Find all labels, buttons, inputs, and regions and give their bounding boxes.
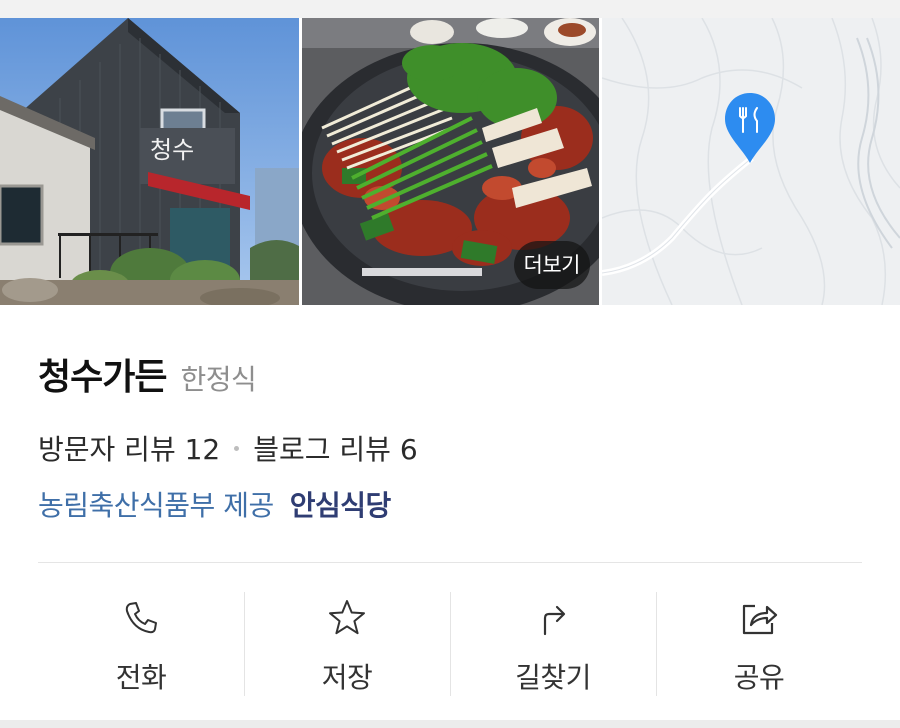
action-bar: 전화 저장 길찾기 공유 [38,592,862,696]
place-card: 청수 더보기 청수가든 한정식 방문자 리뷰 12 블로그 리뷰 6 농림축산식… [0,18,900,720]
divider [38,562,862,563]
share-label: 공유 [733,661,785,694]
call-label: 전화 [115,661,167,694]
certification-provider[interactable]: 농림축산식품부 제공 [38,484,274,524]
call-button[interactable]: 전화 [38,592,244,696]
place-name: 청수가든 [38,357,167,398]
directions-button[interactable]: 길찾기 [450,592,656,696]
building-photo[interactable]: 청수 [0,18,299,305]
share-button[interactable]: 공유 [656,592,862,696]
share-icon [742,604,778,635]
certification-row: 농림축산식품부 제공 안심식당 [38,484,391,524]
location-map[interactable] [602,18,900,305]
top-strip [0,0,900,18]
food-photo[interactable]: 더보기 [302,18,599,305]
review-row: 방문자 리뷰 12 블로그 리뷰 6 [38,428,418,468]
bottom-strip [0,720,900,728]
directions-icon [543,605,566,636]
directions-label: 길찾기 [515,661,591,694]
title-row: 청수가든 한정식 [38,348,257,400]
place-category: 한정식 [180,363,257,396]
blog-review-link[interactable]: 블로그 리뷰 6 [253,428,417,468]
save-button[interactable]: 저장 [244,592,450,696]
separator-dot [234,445,240,451]
visitor-review-link[interactable]: 방문자 리뷰 12 [38,428,220,468]
safe-restaurant-badge: 안심식당 [289,489,392,522]
phone-icon [125,602,157,634]
svg-text:청수: 청수 [150,136,194,164]
more-photos-button[interactable]: 더보기 [513,241,590,289]
save-label: 저장 [321,661,373,694]
star-icon [329,600,365,635]
